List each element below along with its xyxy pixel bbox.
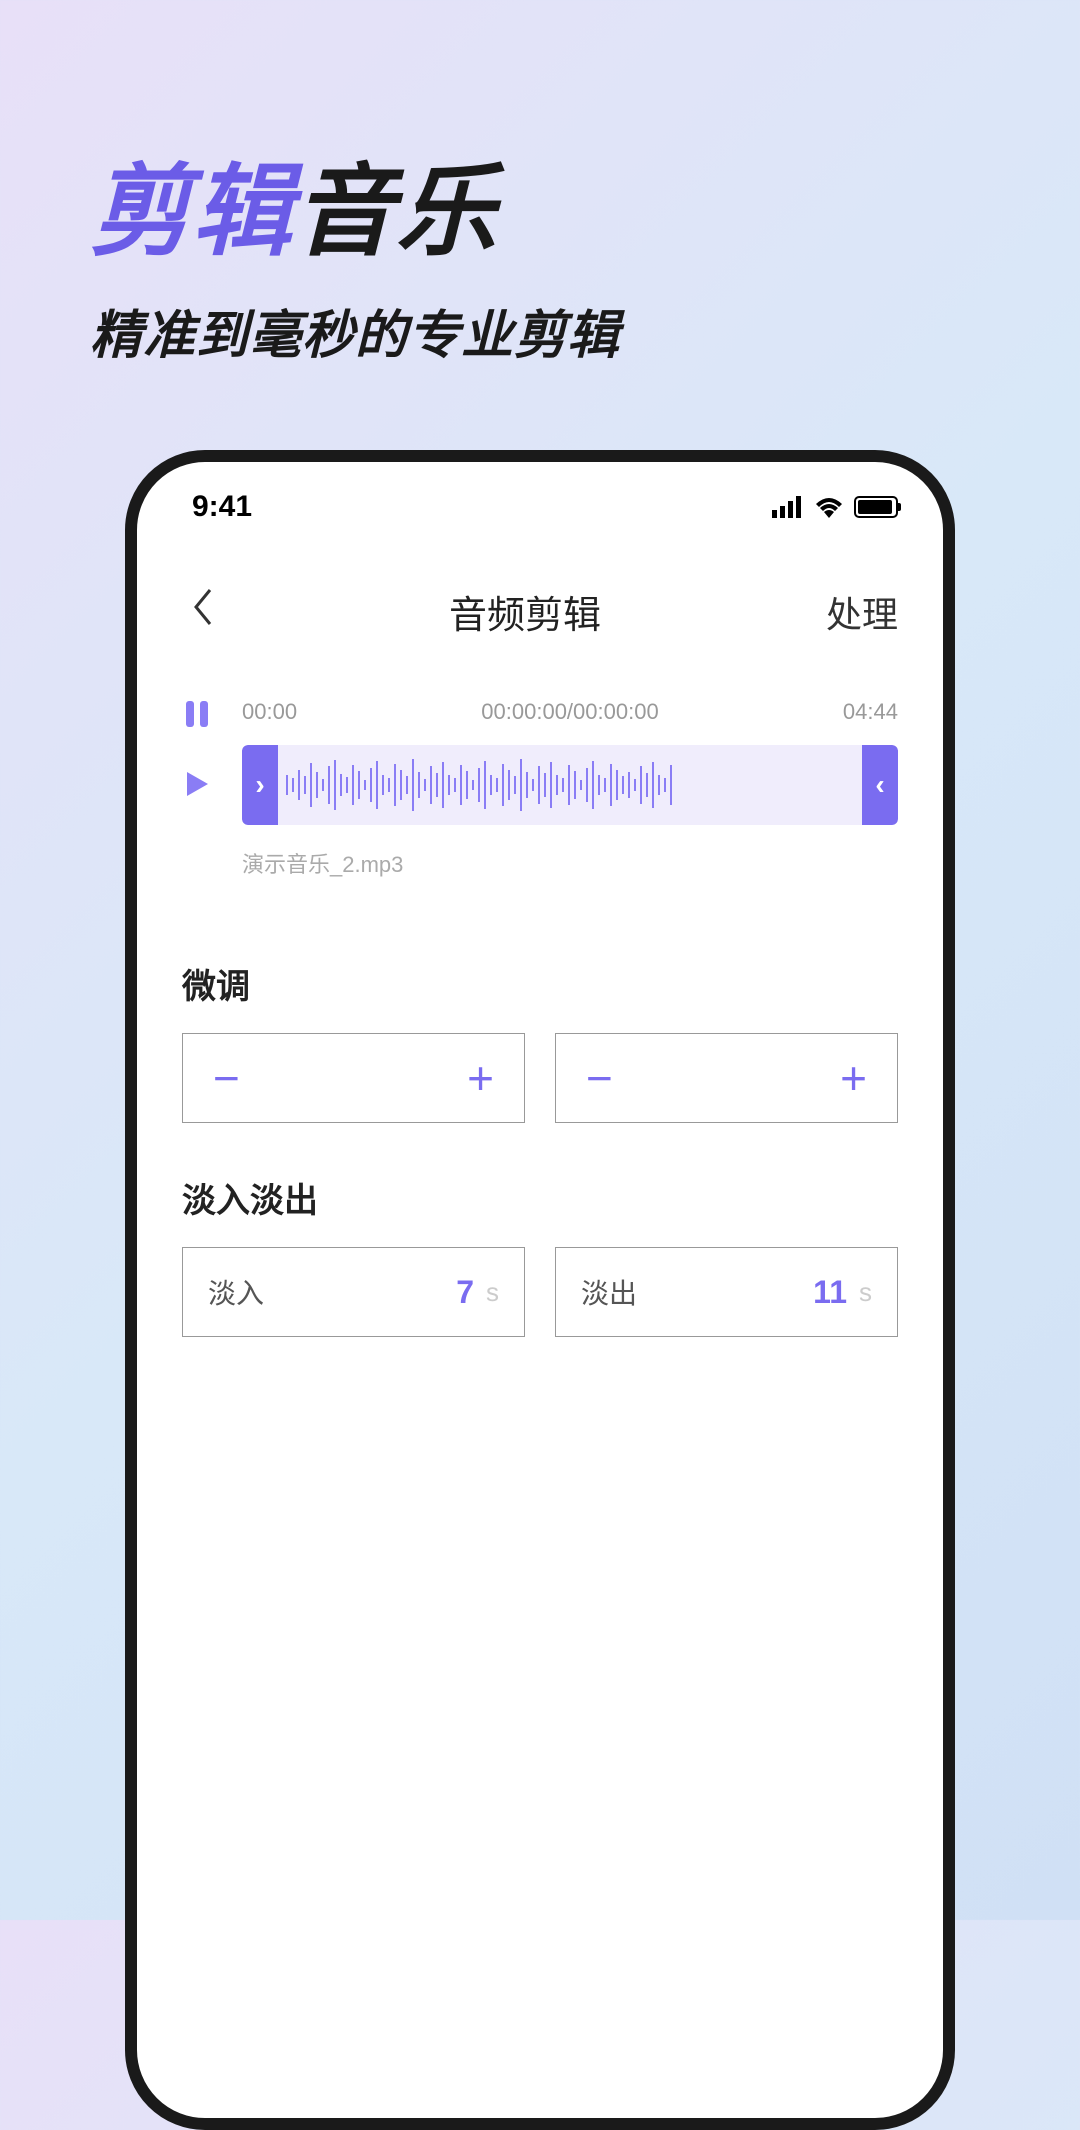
status-bar: 9:41 — [137, 462, 943, 534]
phone-frame: 9:41 音频剪辑 处理 — [125, 450, 955, 2130]
fine-tune-end-stepper: − + — [555, 1033, 898, 1123]
fade-in-value: 7 — [456, 1274, 474, 1311]
fade-in-input[interactable]: 淡入 7 s — [182, 1247, 525, 1337]
increment-end-button[interactable]: + — [840, 1051, 867, 1105]
fade-in-unit: s — [486, 1277, 499, 1308]
nav-bar: 音频剪辑 处理 — [137, 534, 943, 679]
process-button[interactable]: 处理 — [826, 586, 898, 638]
cellular-signal-icon — [772, 496, 804, 518]
play-button[interactable] — [182, 769, 212, 804]
decrement-end-button[interactable]: − — [586, 1051, 613, 1105]
fade-title: 淡入淡出 — [182, 1173, 898, 1222]
hero-title: 剪辑音乐 — [90, 130, 990, 275]
status-icons — [772, 496, 898, 518]
page-title: 音频剪辑 — [449, 584, 601, 639]
fade-out-input[interactable]: 淡出 11 s — [555, 1247, 898, 1337]
hero-title-rest: 音乐 — [294, 156, 498, 268]
waveform-track[interactable]: › ‹ — [242, 745, 898, 825]
fade-out-value: 11 — [813, 1274, 847, 1311]
time-center: 00:00:00/00:00:00 — [481, 699, 658, 725]
fine-tune-section: 微调 − + − + — [137, 909, 943, 1123]
increment-start-button[interactable]: + — [467, 1051, 494, 1105]
audio-player: 00:00 00:00:00/00:00:00 04:44 › ‹ 演示音乐_2… — [137, 679, 943, 909]
time-row: 00:00 00:00:00/00:00:00 04:44 — [242, 699, 898, 725]
waveform-bars — [278, 745, 862, 825]
time-end: 04:44 — [843, 699, 898, 725]
pause-button[interactable] — [182, 699, 212, 734]
hero-title-accent: 剪辑 — [90, 156, 294, 268]
status-time: 9:41 — [192, 490, 252, 524]
fade-out-unit: s — [859, 1277, 872, 1308]
audio-filename: 演示音乐_2.mp3 — [242, 847, 898, 879]
hero-subtitle: 精准到毫秒的专业剪辑 — [90, 293, 990, 368]
wifi-icon — [814, 496, 844, 518]
time-start: 00:00 — [242, 699, 297, 725]
hero-header: 剪辑音乐 精准到毫秒的专业剪辑 — [0, 0, 1080, 428]
fade-in-label: 淡入 — [208, 1272, 264, 1312]
fade-out-label: 淡出 — [581, 1272, 637, 1312]
fine-tune-title: 微调 — [182, 959, 898, 1008]
trim-handle-right[interactable]: ‹ — [862, 745, 898, 825]
fine-tune-start-stepper: − + — [182, 1033, 525, 1123]
fade-section: 淡入淡出 淡入 7 s 淡出 11 s — [137, 1123, 943, 1337]
back-button[interactable] — [182, 587, 224, 637]
trim-handle-left[interactable]: › — [242, 745, 278, 825]
decrement-start-button[interactable]: − — [213, 1051, 240, 1105]
player-controls — [182, 699, 212, 804]
battery-icon — [854, 496, 898, 518]
